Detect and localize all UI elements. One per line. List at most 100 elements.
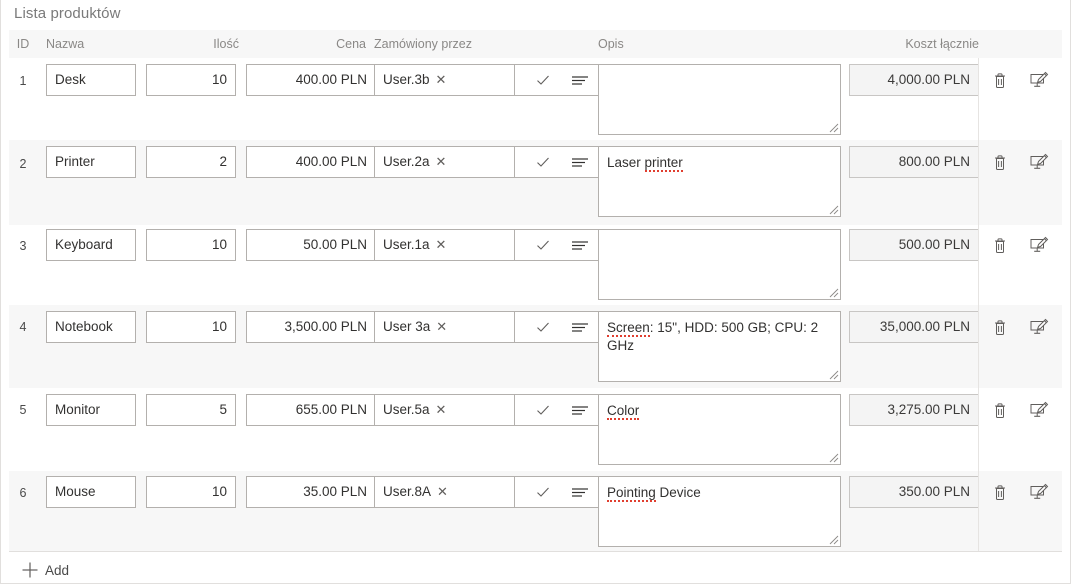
checkmark-icon[interactable] [535,319,551,335]
person-token-label: User.8A [383,484,432,499]
ordered-by-people-picker[interactable]: User.3b ✕ [374,64,514,96]
description-textarea[interactable]: Color [598,394,841,465]
ordered-by-people-picker[interactable]: User.8A ✕ [374,476,514,508]
row-id: 2 [19,157,27,171]
description-textarea[interactable]: Screen: 15", HDD: 500 GB; CPU: 2 GHz [598,311,841,382]
list-lines-icon[interactable] [571,320,589,334]
add-row-label: Add [45,562,70,578]
list-lines-icon[interactable] [571,155,589,169]
close-x-icon[interactable]: ✕ [436,147,447,177]
edit-screen-icon[interactable] [1028,482,1049,502]
description-textarea[interactable]: Laser printer [598,146,841,217]
total-cost-readonly: 3,275.00 PLN [849,394,979,426]
list-lines-icon[interactable] [571,238,589,252]
column-header-price: Cena [336,37,366,51]
edit-screen-icon[interactable] [1028,235,1049,255]
person-token-label: User.5a [383,402,430,417]
plus-icon[interactable] [21,561,39,579]
total-cost-readonly: 800.00 PLN [849,146,979,178]
actions-divider [978,225,979,305]
description-textarea[interactable]: Pointing Device [598,476,841,547]
product-name-input[interactable]: Keyboard [46,229,136,261]
ordered-by-people-picker[interactable]: User.2a ✕ [374,146,514,178]
checkmark-icon[interactable] [535,72,551,88]
resize-grip-icon[interactable] [827,368,839,380]
checkmark-icon[interactable] [535,402,551,418]
row-id: 3 [19,239,27,253]
trash-icon[interactable] [990,400,1010,420]
price-input[interactable]: 655.00 PLN [246,394,376,426]
resize-grip-icon[interactable] [827,286,839,298]
ordered-by-people-picker[interactable]: User 3a ✕ [374,311,514,343]
people-picker-buttons [514,64,610,96]
price-input[interactable]: 35.00 PLN [246,476,376,508]
quantity-input[interactable]: 10 [146,311,236,343]
footer-separator [9,551,1062,552]
edit-screen-icon[interactable] [1028,400,1049,420]
resize-grip-icon[interactable] [827,121,839,133]
people-picker-buttons [514,394,610,426]
trash-icon[interactable] [990,70,1010,90]
ordered-by-people-picker[interactable]: User.5a ✕ [374,394,514,426]
people-picker-buttons [514,311,610,343]
table-header-row: ID Nazwa Ilość Cena Zamówiony przez Opis… [9,30,1062,58]
price-input[interactable]: 50.00 PLN [246,229,376,261]
close-x-icon[interactable]: ✕ [437,477,448,507]
description-text: Laser printer [607,155,683,172]
quantity-input[interactable]: 10 [146,64,236,96]
actions-divider [978,305,979,388]
trash-icon[interactable] [990,317,1010,337]
column-header-ordered-by: Zamówiony przez [374,37,472,51]
product-name-input[interactable]: Printer [46,146,136,178]
trash-icon[interactable] [990,235,1010,255]
resize-grip-icon[interactable] [827,533,839,545]
list-lines-icon[interactable] [571,403,589,417]
person-token-label: User 3a [383,319,431,334]
list-lines-icon[interactable] [571,73,589,87]
close-x-icon[interactable]: ✕ [436,395,447,425]
product-name-input[interactable]: Desk [46,64,136,96]
resize-grip-icon[interactable] [827,203,839,215]
edit-screen-icon[interactable] [1028,70,1049,90]
table-row: 5 Monitor 5 655.00 PLN User.5a ✕ Color 3,… [9,388,1062,471]
page-title: Lista produktów [14,5,121,22]
quantity-input[interactable]: 5 [146,394,236,426]
quantity-input[interactable]: 10 [146,476,236,508]
product-name-input[interactable]: Mouse [46,476,136,508]
close-x-icon[interactable]: ✕ [436,230,447,260]
list-lines-icon[interactable] [571,485,589,499]
checkmark-icon[interactable] [535,484,551,500]
row-id: 6 [19,486,27,500]
resize-grip-icon[interactable] [827,451,839,463]
actions-divider [978,140,979,225]
edit-screen-icon[interactable] [1028,317,1049,337]
trash-icon[interactable] [990,152,1010,172]
actions-divider [978,58,979,140]
row-id: 1 [19,74,27,88]
ordered-by-people-picker[interactable]: User.1a ✕ [374,229,514,261]
table-row: 2 Printer 2 400.00 PLN User.2a ✕ Laser pr… [9,140,1062,225]
table-row: 4 Notebook 10 3,500.00 PLN User 3a ✕ Scre… [9,305,1062,388]
total-cost-readonly: 4,000.00 PLN [849,64,979,96]
trash-icon[interactable] [990,482,1010,502]
product-list-panel: Lista produktów ID Nazwa Ilość Cena Zamó… [0,0,1071,584]
price-input[interactable]: 400.00 PLN [246,146,376,178]
close-x-icon[interactable]: ✕ [436,312,447,342]
checkmark-icon[interactable] [535,154,551,170]
actions-divider [978,388,979,471]
person-token-label: User.1a [383,237,430,252]
description-text: Screen: 15", HDD: 500 GB; CPU: 2 GHz [607,320,822,353]
price-input[interactable]: 400.00 PLN [246,64,376,96]
edit-screen-icon[interactable] [1028,152,1049,172]
close-x-icon[interactable]: ✕ [436,65,447,95]
column-header-id: ID [16,37,30,51]
price-input[interactable]: 3,500.00 PLN [246,311,376,343]
description-textarea[interactable] [598,229,841,300]
description-textarea[interactable] [598,64,841,135]
product-name-input[interactable]: Notebook [46,311,136,343]
add-row-button[interactable]: Add [9,554,1062,584]
checkmark-icon[interactable] [535,237,551,253]
quantity-input[interactable]: 10 [146,229,236,261]
product-name-input[interactable]: Monitor [46,394,136,426]
quantity-input[interactable]: 2 [146,146,236,178]
